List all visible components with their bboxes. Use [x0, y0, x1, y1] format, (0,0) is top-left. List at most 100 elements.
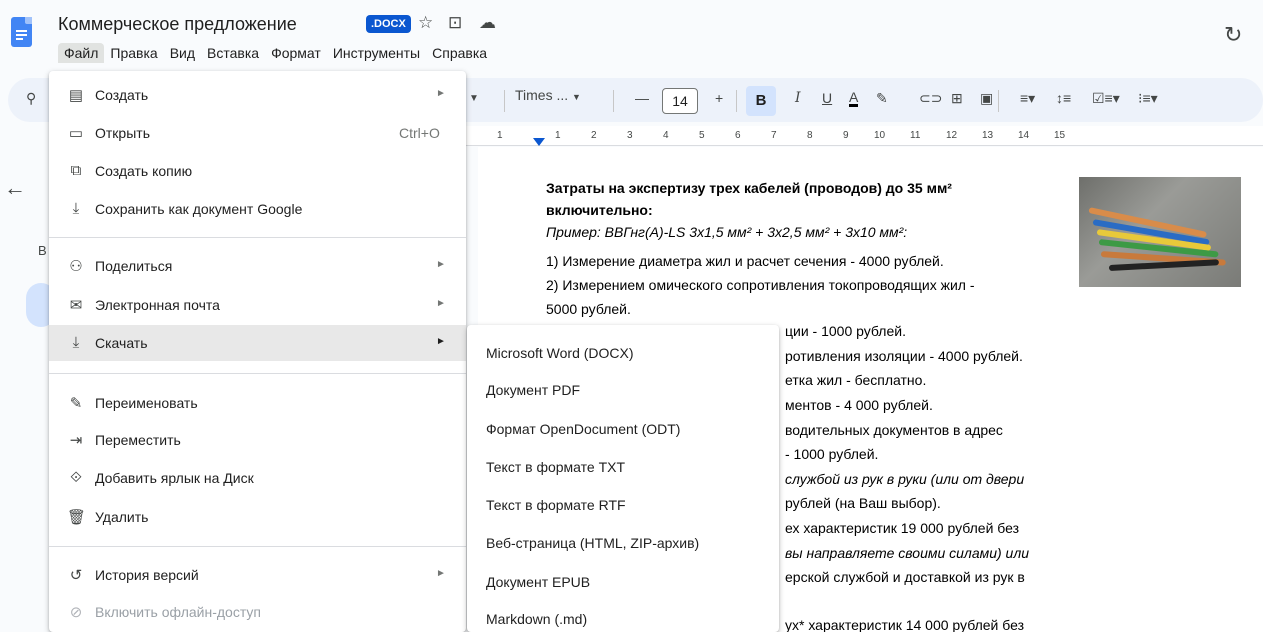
link-icon[interactable]: ⊂⊃ — [919, 90, 942, 107]
menu-item-move[interactable]: ⇥ Переместить — [49, 422, 466, 458]
toolbar-divider — [998, 90, 999, 112]
ruler-tick: 12 — [946, 130, 958, 141]
docs-logo-icon[interactable] — [11, 17, 32, 47]
trash-icon: 🗑 — [67, 509, 87, 526]
ruler-tick: 4 — [663, 130, 669, 141]
ruler-tick: 3 — [627, 130, 633, 141]
decrease-font-size-icon[interactable]: — — [635, 90, 649, 106]
docx-badge: .DOCX — [366, 15, 411, 33]
menu-item-delete[interactable]: 🗑 Удалить — [49, 499, 466, 535]
copy-icon: ⧉ — [70, 162, 82, 179]
doc-line: водительных документов в адрес — [785, 422, 1003, 438]
menu-item-share[interactable]: ⚇ Поделиться ► — [49, 248, 466, 284]
back-arrow-icon[interactable]: ← — [4, 175, 26, 201]
menu-view[interactable]: Вид — [164, 43, 201, 63]
download-docx[interactable]: Microsoft Word (DOCX) — [486, 345, 634, 361]
history-icon[interactable]: ↻ — [1224, 22, 1242, 48]
search-menus-icon[interactable]: ⚲ — [26, 90, 36, 107]
menu-item-rename[interactable]: ✎ Переименовать — [49, 385, 466, 421]
align-icon[interactable]: ≡▾ — [1020, 90, 1035, 107]
underline-button[interactable]: U — [822, 90, 832, 106]
ruler-tick: 1 — [497, 130, 503, 141]
menu-item-label: Добавить ярлык на Диск — [95, 470, 254, 486]
menu-item-label: История версий — [95, 567, 199, 583]
menu-edit[interactable]: Правка — [104, 43, 163, 63]
menu-item-email[interactable]: ✉ Электронная почта ► — [49, 287, 466, 323]
doc-example: Пример: ВВГнг(А)-LS 3х1,5 мм² + 3х2,5 мм… — [546, 224, 908, 240]
bold-button[interactable]: B — [746, 86, 776, 116]
line-spacing-icon[interactable]: ↕≡ — [1056, 90, 1071, 106]
doc-line: ротивления изоляции - 4000 рублей. — [785, 348, 1023, 364]
menu-item-save-as-google-doc[interactable]: ⤓ Сохранить как документ Google — [49, 191, 466, 227]
download-rtf[interactable]: Текст в формате RTF — [486, 497, 626, 513]
doc-line: - 1000 рублей. — [785, 446, 879, 462]
submenu-arrow-icon: ► — [436, 336, 446, 347]
doc-line: ех характеристик 19 000 рублей без — [785, 520, 1020, 536]
menu-item-add-shortcut[interactable]: ⟐ Добавить ярлык на Диск — [49, 460, 466, 496]
toolbar-divider — [504, 90, 505, 112]
submenu-arrow-icon: ► — [436, 259, 446, 270]
font-size-input[interactable]: 14 — [662, 88, 698, 114]
menu-file[interactable]: Файл — [58, 43, 105, 63]
toolbar-divider — [613, 90, 614, 112]
file-menu: ▤ Создать ► ▭ Открыть Ctrl+O ⧉ Создать к… — [49, 71, 466, 632]
doc-line: службой из рук в руки (или от двери — [785, 471, 1025, 487]
menu-item-label: Скачать — [95, 335, 148, 351]
ruler-tick: 5 — [699, 130, 705, 141]
menu-item-label: Переместить — [95, 432, 181, 448]
increase-font-size-icon[interactable]: + — [715, 90, 723, 106]
doc-line: 1) Измерение диаметра жил и расчет сечен… — [546, 253, 944, 269]
document-title[interactable]: Коммерческое предложение — [58, 14, 297, 35]
title-bar: Коммерческое предложение .DOCX ☆ ⊡ ☁ ↻ Ф… — [0, 0, 1263, 64]
menu-item-version-history[interactable]: ↺ История версий ► — [49, 557, 466, 593]
history-icon: ↺ — [69, 567, 83, 584]
download-txt[interactable]: Текст в формате TXT — [486, 459, 625, 475]
cloud-status-icon[interactable]: ☁ — [479, 13, 496, 33]
doc-line: ции - 1000 рублей. — [785, 323, 906, 339]
checklist-icon[interactable]: ☑≡▾ — [1092, 90, 1120, 107]
italic-button[interactable]: I — [795, 90, 801, 106]
offline-icon: ⊘ — [69, 604, 83, 621]
add-comment-icon[interactable]: ⊞ — [951, 90, 963, 107]
star-icon[interactable]: ☆ — [418, 13, 433, 33]
ruler: 1 1 2 3 4 5 6 7 8 9 10 11 12 13 14 15 — [466, 126, 1263, 146]
menu-format[interactable]: Формат — [265, 43, 327, 63]
doc-line: рублей (на Ваш выбор). — [785, 495, 941, 511]
menu-item-label: Создать копию — [95, 163, 193, 179]
move-folder-icon: ⇥ — [69, 432, 83, 449]
ruler-tick: 15 — [1054, 130, 1066, 141]
download-icon: ⤓ — [72, 334, 80, 351]
menu-item-label: Переименовать — [95, 395, 198, 411]
menu-item-label: Включить офлайн-доступ — [95, 604, 261, 620]
ruler-tick: 11 — [910, 130, 921, 141]
menu-item-make-copy[interactable]: ⧉ Создать копию — [49, 153, 466, 189]
doc-line: вы направляете своими силами) или — [785, 545, 1030, 561]
bullet-list-icon[interactable]: ⁝≡▾ — [1138, 90, 1158, 107]
font-dropdown[interactable]: Times ... ▼ — [515, 87, 581, 103]
menu-help[interactable]: Справка — [426, 43, 493, 63]
menu-item-download[interactable]: ⤓ Скачать ► — [49, 325, 466, 361]
menu-tools[interactable]: Инструменты — [327, 43, 426, 63]
doc-heading-cont: включительно: — [546, 202, 653, 218]
menu-item-label: Создать — [95, 87, 149, 103]
cable-photo[interactable] — [1079, 177, 1241, 287]
menu-item-open[interactable]: ▭ Открыть Ctrl+O — [49, 115, 466, 151]
share-person-icon: ⚇ — [69, 258, 83, 275]
highlight-icon[interactable]: ✎ — [876, 90, 888, 107]
ruler-tick: 2 — [591, 130, 597, 141]
download-pdf[interactable]: Документ PDF — [486, 382, 580, 398]
submenu-arrow-icon: ► — [436, 88, 446, 99]
download-odt[interactable]: Формат OpenDocument (ODT) — [486, 421, 680, 437]
menu-item-new[interactable]: ▤ Создать ► — [49, 77, 466, 113]
save-icon: ⤓ — [72, 200, 80, 217]
style-dropdown-icon[interactable]: ▼ — [469, 93, 479, 104]
text-color-button[interactable]: A — [849, 90, 859, 107]
download-html[interactable]: Веб-страница (HTML, ZIP-архив) — [486, 535, 699, 551]
font-name: Times ... — [515, 87, 569, 103]
toolbar-divider — [736, 90, 737, 112]
download-markdown[interactable]: Markdown (.md) — [486, 611, 587, 627]
insert-image-icon[interactable]: ▣ — [980, 90, 993, 107]
download-epub[interactable]: Документ EPUB — [486, 574, 590, 590]
move-folder-icon[interactable]: ⊡ — [448, 13, 462, 33]
menu-insert[interactable]: Вставка — [201, 43, 265, 63]
